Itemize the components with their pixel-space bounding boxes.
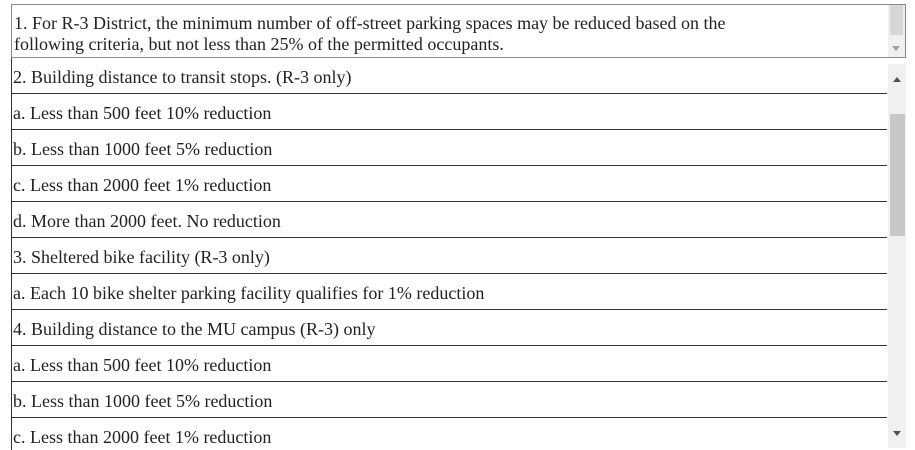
list-item: 4. Building distance to the MU campus (R… — [11, 310, 887, 346]
list-item-text: c. Less than 2000 feet 1% reduction — [13, 427, 272, 447]
criteria-textarea[interactable]: 1. For R-3 District, the minimum number … — [11, 4, 906, 58]
list-item-text: b. Less than 1000 feet 5% reduction — [13, 391, 273, 411]
textarea-scroll-thumb[interactable] — [890, 5, 903, 35]
list-scroll-thumb[interactable] — [890, 114, 905, 236]
list-item-text: 2. Building distance to transit stops. (… — [13, 67, 352, 87]
list-item: c. Less than 2000 feet 1% reduction — [11, 166, 887, 202]
list-item: c. Less than 2000 feet 1% reduction — [11, 418, 887, 450]
list-item-text: 3. Sheltered bike facility (R-3 only) — [13, 247, 270, 267]
criteria-list: 2. Building distance to transit stops. (… — [11, 58, 887, 450]
list-item: d. More than 2000 feet. No reduction — [11, 202, 887, 238]
list-item-text: a. Each 10 bike shelter parking facility… — [13, 283, 485, 303]
list-item-text: c. Less than 2000 feet 1% reduction — [13, 175, 272, 195]
list-scrollbar[interactable] — [888, 64, 906, 448]
chevron-down-icon[interactable] — [892, 46, 900, 51]
criteria-line-1: 1. For R-3 District, the minimum number … — [14, 13, 726, 33]
criteria-text: 1. For R-3 District, the minimum number … — [14, 13, 884, 55]
list-item-text: d. More than 2000 feet. No reduction — [13, 211, 281, 231]
chevron-down-icon[interactable] — [893, 431, 901, 436]
list-item: a. Each 10 bike shelter parking facility… — [11, 274, 887, 310]
list-item: b. Less than 1000 feet 5% reduction — [11, 382, 887, 418]
list-item-text: 4. Building distance to the MU campus (R… — [13, 319, 376, 339]
criteria-line-2: following criteria, but not less than 25… — [14, 34, 504, 54]
list-item-text: a. Less than 500 feet 10% reduction — [13, 355, 272, 375]
list-item: a. Less than 500 feet 10% reduction — [11, 346, 887, 382]
list-item-text: a. Less than 500 feet 10% reduction — [13, 103, 272, 123]
list-item: 2. Building distance to transit stops. (… — [11, 58, 887, 94]
list-item: a. Less than 500 feet 10% reduction — [11, 94, 887, 130]
list-item: 3. Sheltered bike facility (R-3 only) — [11, 238, 887, 274]
list-item: b. Less than 1000 feet 5% reduction — [11, 130, 887, 166]
list-item-text: b. Less than 1000 feet 5% reduction — [13, 139, 273, 159]
chevron-up-icon[interactable] — [893, 77, 901, 82]
textarea-scrollbar[interactable] — [888, 5, 905, 57]
